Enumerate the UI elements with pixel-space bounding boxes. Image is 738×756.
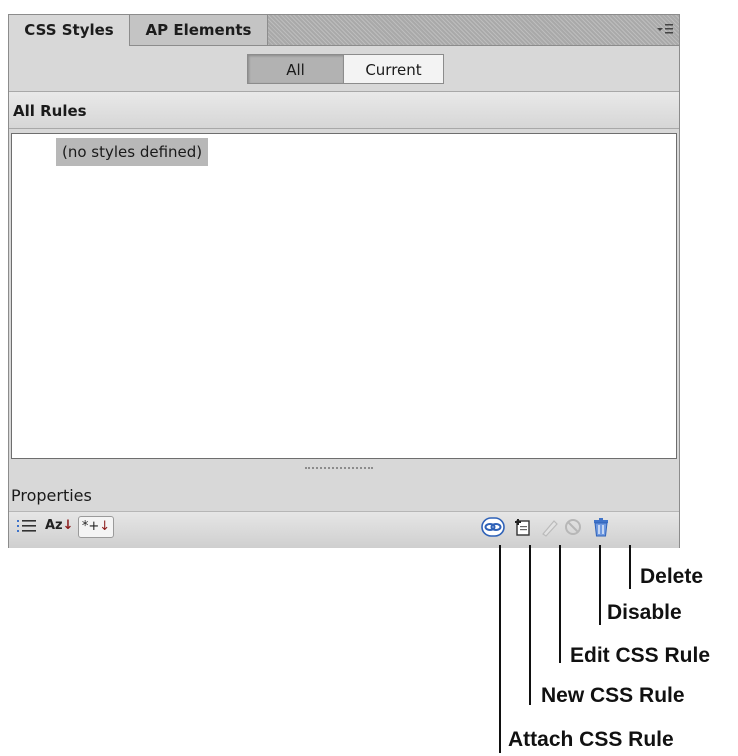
set-properties-text: *+ (81, 519, 100, 534)
delete-css-rule-icon[interactable] (589, 516, 613, 538)
panel-tab-bar: CSS Styles AP Elements (9, 15, 679, 46)
rules-list[interactable]: (no styles defined) (11, 133, 677, 459)
category-view-icon[interactable] (17, 516, 39, 536)
tab-css-styles[interactable]: CSS Styles (9, 15, 130, 46)
all-mode-button[interactable]: All (247, 54, 344, 84)
sort-down-arrow-icon: ↓ (62, 518, 74, 533)
new-callout-line (529, 545, 531, 705)
attach-css-rule-callout-label: Attach CSS Rule (508, 728, 674, 751)
disable-callout-label: Disable (607, 601, 682, 624)
new-css-rule-callout-label: New CSS Rule (541, 684, 685, 707)
all-rules-header: All Rules (9, 91, 679, 129)
attach-callout-line (499, 545, 501, 753)
alpha-view-text: Az (45, 518, 63, 533)
new-css-rule-icon[interactable] (511, 516, 535, 538)
disable-callout-line (599, 545, 601, 625)
no-styles-item[interactable]: (no styles defined) (56, 138, 209, 166)
css-styles-panel: CSS Styles AP Elements All Current All R… (8, 14, 680, 548)
tab-ap-elements[interactable]: AP Elements (130, 15, 268, 45)
set-properties-view-button[interactable]: *+↓ (78, 516, 114, 538)
panel-options-menu-icon[interactable] (657, 22, 673, 36)
current-mode-button[interactable]: Current (343, 54, 444, 84)
alpha-view-button[interactable]: Az↓ (45, 516, 74, 536)
attach-style-sheet-icon[interactable] (481, 516, 505, 538)
properties-toolbar: Az↓ *+↓ (9, 511, 679, 548)
edit-css-rule-callout-label: Edit CSS Rule (570, 644, 711, 667)
edit-css-rule-icon[interactable] (537, 516, 561, 538)
view-toggle-row: All Current (9, 46, 679, 90)
delete-callout-label: Delete (640, 565, 704, 588)
delete-callout-line (629, 545, 631, 589)
edit-callout-line (559, 545, 561, 663)
disable-css-property-icon[interactable] (561, 516, 585, 538)
properties-label: Properties (11, 486, 92, 505)
pane-splitter-handle[interactable] (305, 467, 373, 469)
sort-down-arrow-icon: ↓ (99, 519, 111, 534)
